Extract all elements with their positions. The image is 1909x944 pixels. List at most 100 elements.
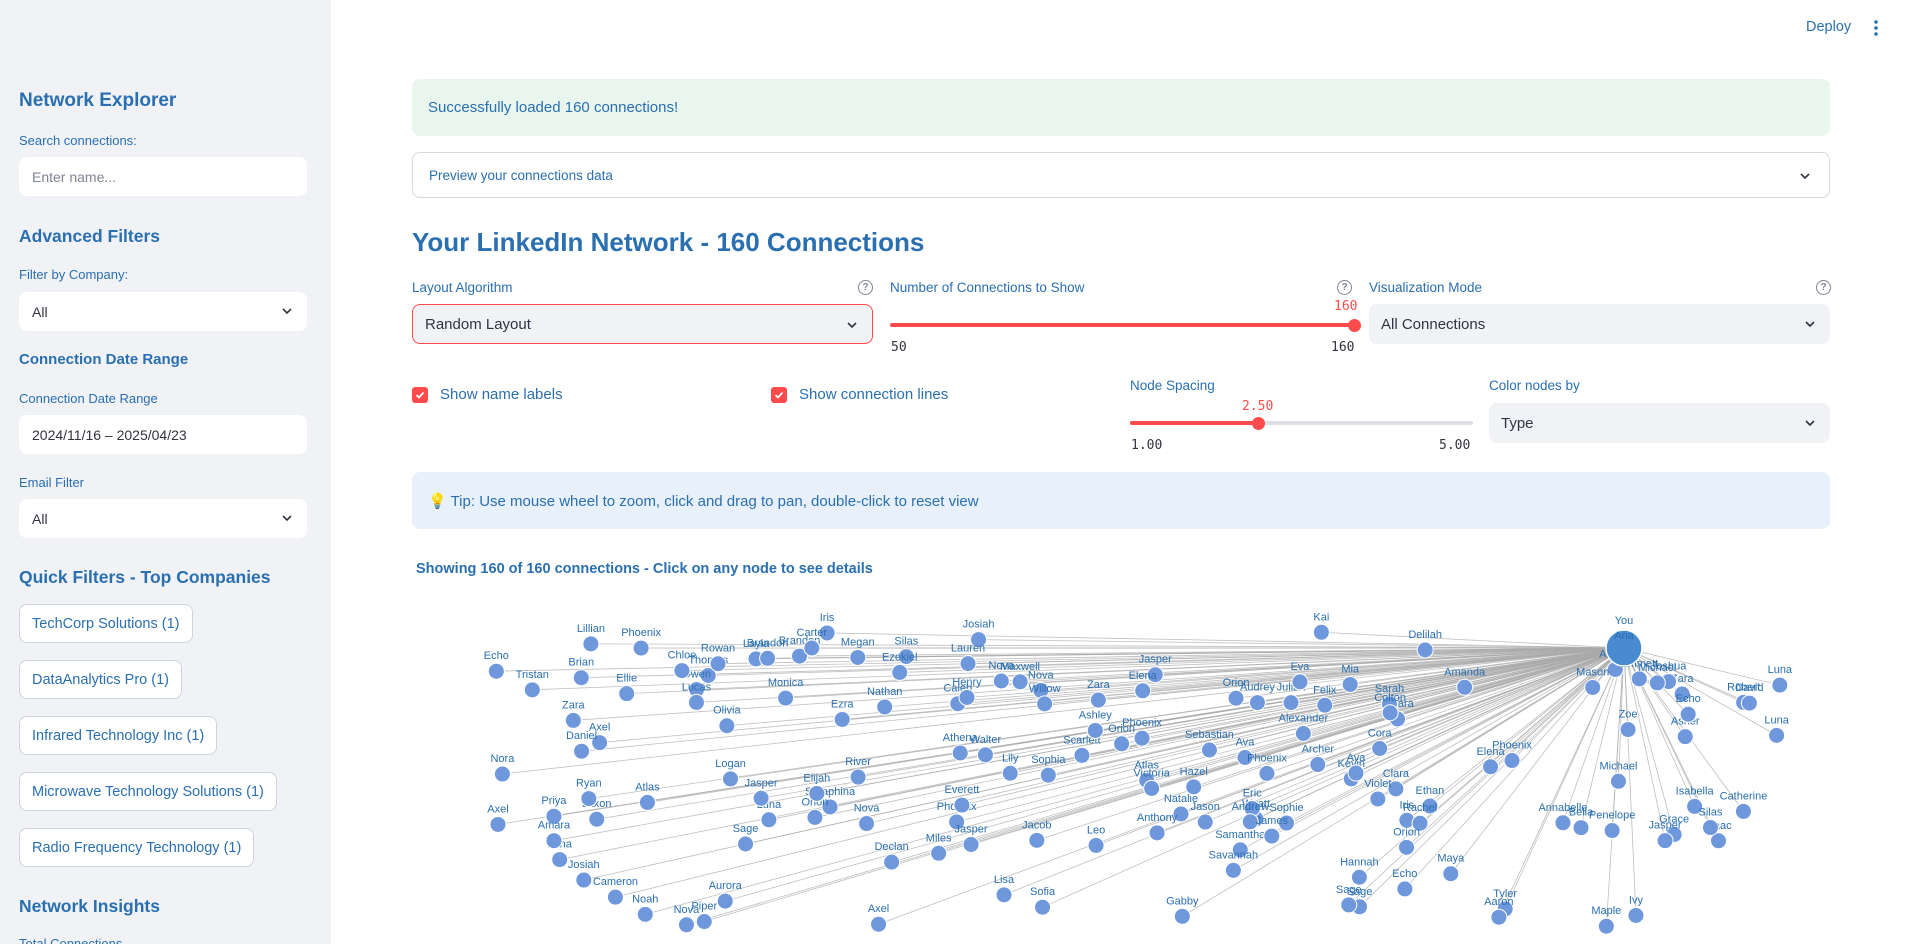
network-node[interactable] — [632, 639, 650, 657]
network-node[interactable] — [1148, 824, 1166, 842]
network-node[interactable] — [1734, 802, 1752, 820]
spacing-slider-thumb[interactable] — [1252, 416, 1266, 430]
network-node[interactable] — [995, 886, 1013, 904]
network-node[interactable] — [1086, 721, 1104, 739]
network-node[interactable] — [777, 689, 795, 707]
network-node[interactable] — [833, 710, 851, 728]
connections-slider[interactable] — [890, 318, 1361, 332]
network-node[interactable] — [1291, 673, 1309, 691]
network-node[interactable] — [638, 793, 656, 811]
network-node[interactable] — [1309, 756, 1327, 774]
more-options-icon[interactable] — [1872, 18, 1880, 38]
network-node[interactable] — [1584, 678, 1602, 696]
network-node[interactable] — [1133, 729, 1151, 747]
network-node[interactable] — [1036, 695, 1054, 713]
network-node[interactable] — [1609, 772, 1627, 790]
network-node[interactable] — [487, 662, 505, 680]
network-node[interactable] — [1224, 861, 1242, 879]
mode-select[interactable]: All Connections — [1369, 304, 1830, 344]
network-node[interactable] — [523, 681, 541, 699]
network-node[interactable] — [1482, 758, 1500, 776]
network-node[interactable] — [891, 663, 909, 681]
network-node[interactable] — [580, 790, 598, 808]
network-node[interactable] — [716, 892, 734, 910]
quick-filter-button[interactable]: Radio Frequency Technology (1) — [19, 828, 255, 867]
network-node[interactable] — [808, 784, 826, 802]
network-node[interactable] — [1134, 682, 1152, 700]
network-node[interactable] — [1676, 728, 1694, 746]
network-node[interactable] — [849, 648, 867, 666]
network-node[interactable] — [1294, 724, 1312, 742]
network-node[interactable] — [545, 832, 563, 850]
network-node[interactable] — [636, 905, 654, 923]
layout-select[interactable]: Random Layout — [412, 304, 873, 344]
network-node[interactable] — [588, 810, 606, 828]
network-node[interactable] — [564, 711, 582, 729]
network-node[interactable] — [575, 871, 593, 889]
network-node[interactable] — [1350, 868, 1368, 886]
network-node[interactable] — [951, 744, 969, 762]
network-node[interactable] — [849, 768, 867, 786]
network-node[interactable] — [1039, 766, 1057, 784]
network-node[interactable] — [573, 742, 591, 760]
network-node[interactable] — [1248, 694, 1266, 712]
network-node[interactable] — [760, 811, 778, 829]
network-node[interactable] — [1341, 675, 1359, 693]
network-node[interactable] — [1001, 764, 1019, 782]
network-node[interactable] — [1143, 779, 1161, 797]
network-node[interactable] — [1196, 813, 1214, 831]
network-node[interactable] — [759, 649, 777, 667]
network-node[interactable] — [1701, 819, 1719, 837]
network-node[interactable] — [582, 635, 600, 653]
network-node[interactable] — [953, 796, 971, 814]
quick-filter-button[interactable]: Microwave Technology Solutions (1) — [19, 772, 277, 811]
network-node[interactable] — [870, 915, 888, 933]
network-node[interactable] — [1740, 694, 1758, 712]
network-node[interactable] — [1396, 880, 1414, 898]
network-node[interactable] — [1369, 790, 1387, 808]
network-graph-canvas[interactable]: TristanJasperNovaKaiLaylaIrisBrandonMoni… — [412, 598, 1830, 944]
show-lines-checkbox[interactable]: Show connection lines — [771, 386, 948, 403]
network-node[interactable] — [673, 662, 691, 680]
network-node[interactable] — [709, 655, 727, 673]
network-node[interactable] — [1312, 623, 1330, 641]
network-node[interactable] — [1490, 908, 1508, 926]
network-node[interactable] — [551, 851, 569, 869]
network-node[interactable] — [618, 685, 636, 703]
quick-filter-button[interactable]: TechCorp Solutions (1) — [19, 604, 193, 643]
network-node[interactable] — [1554, 814, 1572, 832]
search-input[interactable]: Enter name... — [19, 157, 307, 196]
network-node[interactable] — [1603, 822, 1621, 840]
network-node[interactable] — [1340, 896, 1358, 914]
network-node[interactable] — [930, 844, 948, 862]
help-icon[interactable]: ? — [1816, 280, 1831, 295]
network-node[interactable] — [1073, 746, 1091, 764]
quick-filter-button[interactable]: DataAnalytics Pro (1) — [19, 660, 182, 699]
network-node[interactable] — [1316, 696, 1334, 714]
date-range-input[interactable]: 2024/11/16 – 2025/04/23 — [19, 415, 307, 454]
network-node[interactable] — [1185, 778, 1203, 796]
network-node[interactable] — [1263, 827, 1281, 845]
network-node[interactable] — [1113, 735, 1131, 753]
network-node[interactable] — [1619, 721, 1637, 739]
network-node[interactable] — [806, 808, 824, 826]
network-node[interactable] — [722, 770, 740, 788]
network-node[interactable] — [1173, 907, 1191, 925]
deploy-button[interactable]: Deploy — [1806, 19, 1851, 35]
network-node[interactable] — [1011, 673, 1029, 691]
network-node[interactable] — [493, 765, 511, 783]
network-node[interactable] — [677, 916, 695, 934]
network-node[interactable] — [1597, 917, 1615, 935]
network-node[interactable] — [1572, 819, 1590, 837]
network-node[interactable] — [1627, 906, 1645, 924]
network-node[interactable] — [1771, 676, 1789, 694]
network-node[interactable] — [1200, 741, 1218, 759]
network-node[interactable] — [1398, 838, 1416, 856]
network-node[interactable] — [992, 672, 1010, 690]
network-node[interactable] — [1034, 898, 1052, 916]
show-labels-checkbox[interactable]: Show name labels — [412, 386, 563, 403]
network-node[interactable] — [1456, 678, 1474, 696]
connections-slider-thumb[interactable] — [1347, 318, 1361, 332]
network-node[interactable] — [876, 698, 894, 716]
network-node[interactable] — [1028, 831, 1046, 849]
